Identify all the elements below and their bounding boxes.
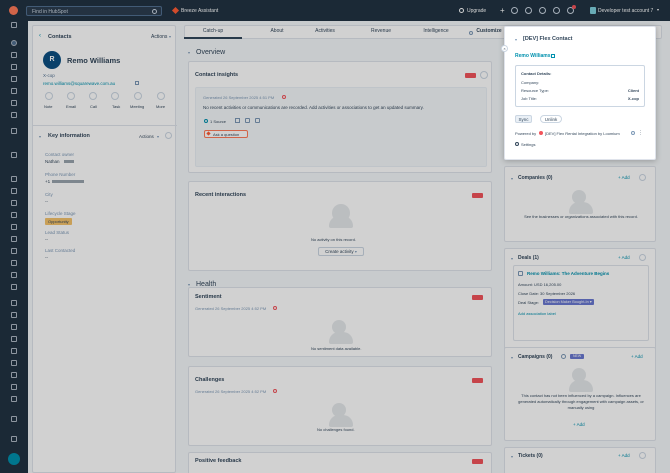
powered-by-integration: [DEV] Flex Rental Integration by Loomium: [545, 131, 620, 136]
job-title-label: Job Title:: [521, 96, 538, 101]
powered-by-prefix: Powered by: [515, 131, 537, 136]
contact-details-title: Contact Details:: [521, 71, 552, 76]
resource-type-label: Resource Type:: [521, 88, 549, 93]
loomium-logo-icon: [539, 131, 543, 135]
unlink-button[interactable]: Unlink: [540, 115, 562, 123]
sync-button[interactable]: Sync: [515, 115, 532, 123]
popover-chevron-icon[interactable]: ▾: [515, 37, 517, 42]
flex-contact-popover: × ▾ [DEV] Flex Contact Remo Williams Con…: [501, 26, 656, 160]
app-frame: Find in HubSpot Breeze Assistant Upgrade…: [0, 0, 670, 473]
settings-gear-small-icon: [515, 142, 519, 146]
popover-close-icon[interactable]: ×: [501, 45, 508, 52]
job-title-value: X-cop: [627, 96, 639, 101]
popover-title: [DEV] Flex Contact: [523, 36, 573, 42]
contact-record-link[interactable]: Remo Williams: [515, 53, 551, 59]
resource-type-value: Client: [627, 88, 639, 93]
powered-info-icon[interactable]: [631, 131, 635, 135]
popover-settings-link[interactable]: Settings: [521, 142, 535, 147]
company-label: Company:: [521, 80, 540, 85]
powered-more-icon[interactable]: ⋮: [638, 130, 643, 136]
contact-details-box: Contact Details: Company: Resource Type:…: [515, 65, 645, 107]
contact-external-link-icon: [551, 54, 555, 58]
